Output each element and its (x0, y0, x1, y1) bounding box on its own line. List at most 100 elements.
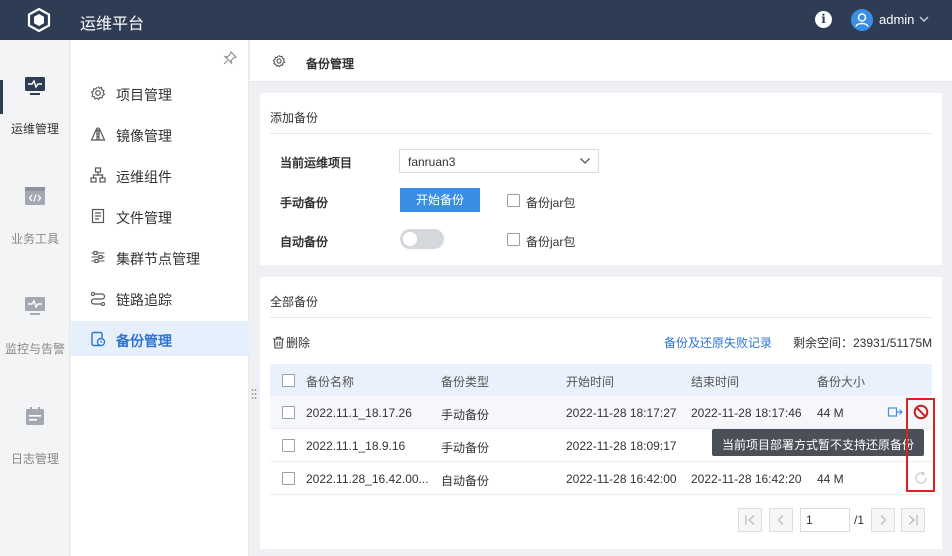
column-header[interactable]: 备份大小 (817, 373, 865, 390)
user-avatar-icon[interactable] (851, 9, 873, 31)
sub-nav: 项目管理 镜像管理 运维组件 文件管理 集群节点管理 链路追踪 备份管理 (71, 40, 249, 556)
project-label: 当前运维项目 (280, 156, 353, 170)
project-select[interactable]: fanruan3 (399, 149, 599, 173)
component-icon (90, 167, 106, 183)
nav-item-mirror[interactable]: 镜像管理 (71, 116, 249, 151)
select-all-checkbox[interactable] (282, 374, 295, 387)
restore-tooltip: 当前项目部署方式暂不支持还原备份 (712, 429, 924, 456)
cell-type: 手动备份 (441, 441, 490, 455)
cell-end: 2022-11-28 18:17:46 (691, 406, 802, 420)
app-title: 运维平台 (80, 16, 145, 33)
delete-label: 删除 (286, 335, 311, 350)
row-checkbox[interactable] (282, 406, 295, 419)
cell-name: 2022.11.28_16.42.00... (306, 472, 429, 486)
card-title: 全部备份 (270, 295, 319, 309)
rail-item-ops[interactable]: 运维管理 (0, 40, 70, 150)
row-checkbox[interactable] (282, 439, 295, 452)
first-page-button[interactable] (738, 508, 762, 532)
trace-icon (90, 291, 106, 306)
nav-item-component[interactable]: 运维组件 (71, 157, 249, 192)
info-icon[interactable]: i (815, 11, 832, 28)
table-row[interactable]: 2022.11.1_18.17.26 手动备份 2022-11-28 18:17… (270, 396, 932, 429)
export-icon[interactable] (887, 404, 903, 420)
highlight-box (906, 398, 935, 492)
last-page-icon (908, 515, 918, 525)
nav-item-label: 集群节点管理 (116, 251, 200, 267)
delete-button[interactable]: 删除 (272, 334, 310, 350)
cell-type: 手动备份 (441, 408, 490, 422)
top-bar: 运维平台 i admin (0, 0, 952, 40)
rail-item-logs[interactable]: 日志管理 (0, 370, 70, 480)
next-page-button[interactable] (871, 508, 895, 532)
divider (270, 133, 932, 134)
gear-icon (272, 54, 286, 68)
cell-type: 自动备份 (441, 474, 490, 488)
cell-name: 2022.11.1_18.17.26 (306, 406, 412, 420)
rail-item-tools[interactable]: 业务工具 (0, 150, 70, 260)
rail-label: 日志管理 (10, 452, 59, 466)
manual-jar-checkbox[interactable] (507, 194, 520, 207)
start-backup-button[interactable]: 开始备份 (400, 188, 480, 212)
chevron-left-icon (777, 515, 784, 525)
cell-name: 2022.11.1_18.9.16 (306, 439, 406, 453)
auto-backup-toggle[interactable] (400, 229, 444, 249)
cell-start: 2022-11-28 18:17:27 (566, 406, 677, 420)
divider (270, 317, 932, 318)
remaining-space: 剩余空间：23931/51175M (793, 336, 933, 350)
nav-item-label: 链路追踪 (116, 292, 172, 308)
failure-records-link[interactable]: 备份及还原失败记录 (664, 334, 772, 351)
column-header[interactable]: 备份名称 (306, 373, 354, 390)
cell-start: 2022-11-28 18:09:17 (566, 439, 677, 453)
cell-size: 44 M (817, 406, 844, 420)
nav-item-project[interactable]: 项目管理 (71, 75, 249, 110)
panel-resize-handle[interactable] (251, 388, 257, 400)
page-title: 备份管理 (306, 57, 355, 71)
column-header[interactable]: 开始时间 (566, 373, 614, 390)
last-page-button[interactable] (901, 508, 925, 532)
nav-item-label: 运维组件 (116, 169, 172, 185)
user-name[interactable]: admin (879, 12, 914, 27)
calendar-icon (26, 407, 44, 425)
module-rail: 运维管理 业务工具 监控与告警 日志管理 (0, 40, 70, 556)
cell-start: 2022-11-28 16:42:00 (566, 472, 677, 486)
chevron-down-icon[interactable] (917, 12, 931, 26)
trash-icon (273, 336, 284, 349)
card-title: 添加备份 (270, 111, 319, 125)
column-header[interactable]: 备份类型 (441, 373, 489, 390)
nav-item-label: 项目管理 (116, 87, 172, 103)
nav-item-trace[interactable]: 链路追踪 (71, 280, 249, 315)
gear-icon (90, 86, 106, 101)
cell-end: 2022-11-28 16:42:20 (691, 472, 802, 486)
rail-label: 监控与告警 (4, 342, 65, 356)
backup-icon (91, 331, 106, 347)
nav-item-backup[interactable]: 备份管理 (71, 321, 249, 356)
pin-icon[interactable] (223, 51, 237, 65)
code-window-icon (25, 187, 45, 205)
monitor-icon (25, 77, 45, 95)
page-total: /1 (854, 513, 865, 527)
all-backups-card: 全部备份 删除 备份及还原失败记录 剩余空间：23931/51175M 备份名称… (260, 277, 942, 549)
column-header[interactable]: 结束时间 (691, 373, 739, 390)
nav-item-cluster[interactable]: 集群节点管理 (71, 239, 249, 274)
manual-backup-label: 手动备份 (280, 196, 329, 210)
project-select-value: fanruan3 (408, 155, 456, 169)
manual-jar-label: 备份jar包 (526, 196, 576, 210)
prev-page-button[interactable] (769, 508, 793, 532)
page-header: 备份管理 (250, 40, 952, 82)
nav-item-label: 备份管理 (116, 333, 172, 349)
nav-item-label: 镜像管理 (116, 128, 172, 144)
rail-item-monitor[interactable]: 监控与告警 (0, 260, 70, 370)
auto-backup-label: 自动备份 (280, 235, 329, 249)
rail-label: 业务工具 (10, 232, 59, 246)
auto-jar-checkbox[interactable] (507, 233, 520, 246)
mirror-icon (90, 127, 106, 141)
page-number-input[interactable]: 1 (800, 508, 850, 532)
row-checkbox[interactable] (282, 472, 295, 485)
nav-item-file[interactable]: 文件管理 (71, 198, 249, 233)
file-icon (91, 208, 105, 224)
nav-item-label: 文件管理 (116, 210, 172, 226)
first-page-icon (745, 515, 755, 525)
table-row[interactable]: 2022.11.28_16.42.00... 自动备份 2022-11-28 1… (270, 462, 932, 495)
chevron-right-icon (880, 515, 887, 525)
logo-cube-icon[interactable] (26, 7, 52, 33)
